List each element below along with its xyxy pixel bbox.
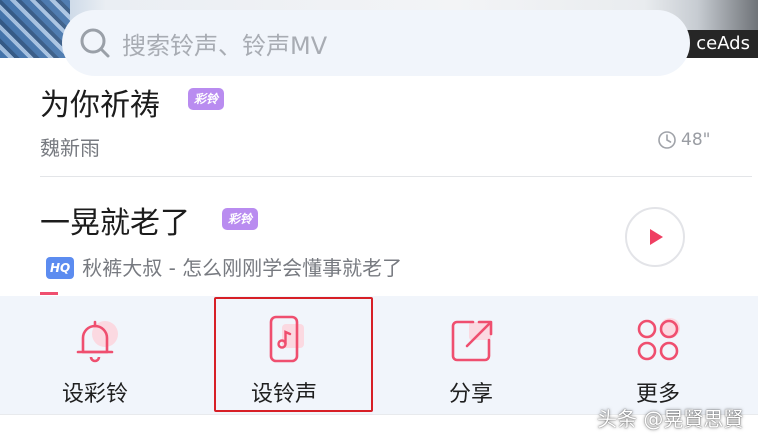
search-bar[interactable]: 搜索铃声、铃声MV bbox=[62, 10, 690, 76]
song-title[interactable]: 为你祈祷 bbox=[40, 80, 160, 124]
highlight-box bbox=[214, 297, 373, 412]
song-artist: 魏新雨 bbox=[40, 136, 100, 160]
progress-indicator bbox=[40, 292, 58, 295]
set-color-ring-button[interactable]: 设彩铃 bbox=[20, 296, 170, 414]
artist-album-text: 秋裤大叔 - 怎么刚刚学会懂事就老了 bbox=[82, 256, 403, 280]
share-button[interactable]: 分享 bbox=[396, 296, 546, 414]
action-label: 设彩铃 bbox=[61, 382, 128, 407]
action-label: 分享 bbox=[448, 382, 493, 407]
more-button[interactable]: 更多 bbox=[583, 296, 733, 414]
search-icon bbox=[78, 26, 112, 60]
watermark: 头条 @晃賢思賢 bbox=[597, 407, 744, 431]
clock-icon bbox=[658, 131, 676, 149]
color-ring-badge: 彩铃 bbox=[222, 208, 259, 230]
share-icon bbox=[445, 314, 497, 366]
song-artist-album: HQ 秋裤大叔 - 怎么刚刚学会懂事就老了 bbox=[46, 252, 402, 281]
bell-icon bbox=[69, 314, 121, 366]
song-duration: 48" bbox=[657, 130, 710, 150]
song-title[interactable]: 一晃就老了 bbox=[40, 198, 190, 242]
hq-badge: HQ bbox=[46, 257, 75, 279]
more-circles-icon bbox=[632, 314, 684, 366]
play-button[interactable] bbox=[625, 207, 685, 267]
duration-value: 48" bbox=[681, 130, 711, 150]
color-ring-badge: 彩铃 bbox=[188, 88, 225, 110]
play-icon bbox=[650, 229, 663, 245]
row-divider bbox=[40, 176, 752, 177]
banner-image bbox=[0, 0, 70, 58]
search-placeholder[interactable]: 搜索铃声、铃声MV bbox=[122, 26, 327, 61]
action-bar: 设彩铃 设铃声 分享 更多 bbox=[0, 296, 758, 414]
ad-label: ceAds bbox=[686, 30, 758, 58]
